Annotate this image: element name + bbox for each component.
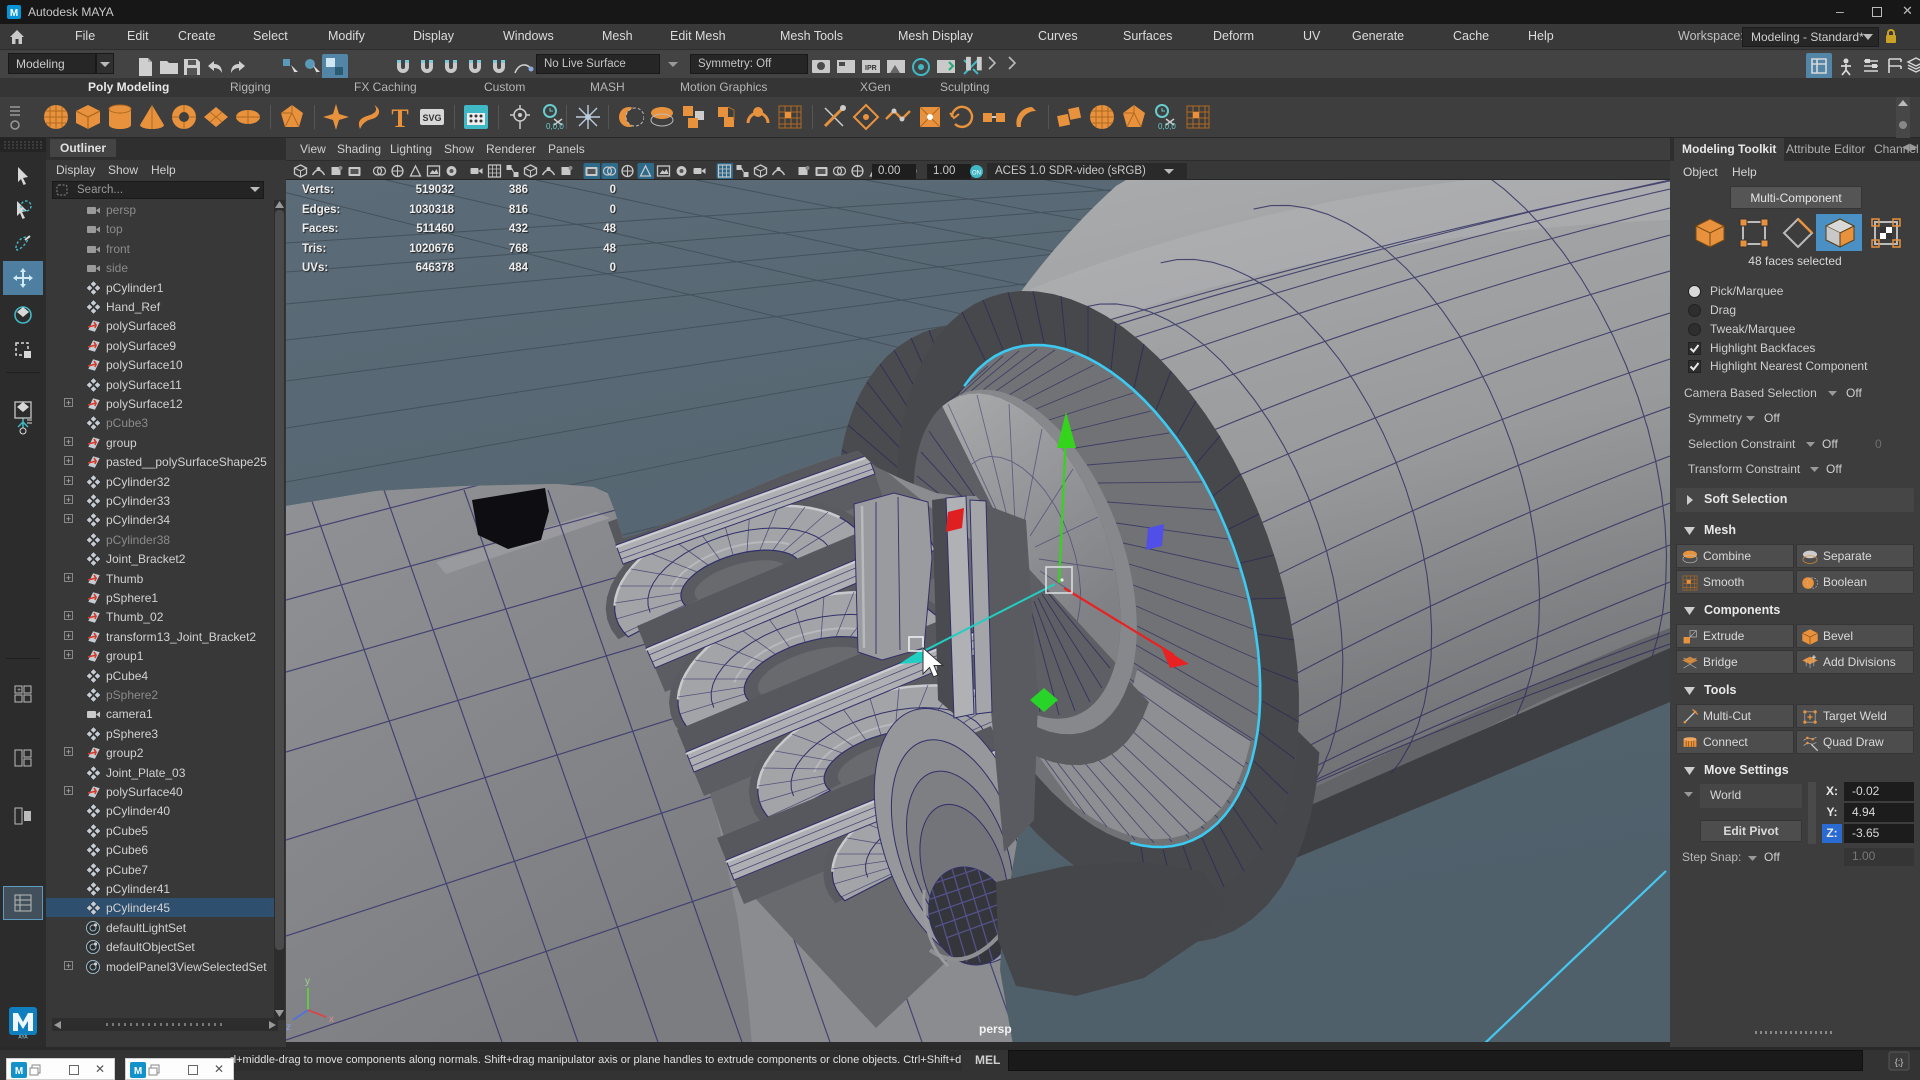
- svg-text:0,0,0: 0,0,0: [546, 122, 564, 131]
- svg-text:SVG: SVG: [422, 113, 441, 123]
- svg-text:M: M: [15, 1066, 23, 1077]
- svg-text:persp: persp: [979, 1022, 1012, 1036]
- svg-text:+: +: [17, 687, 21, 694]
- svg-text:M: M: [10, 8, 18, 19]
- svg-text:z: z: [286, 1022, 291, 1033]
- svg-text:T: T: [391, 104, 408, 131]
- svg-text:ON: ON: [972, 171, 981, 177]
- svg-text:x: x: [329, 1014, 334, 1025]
- svg-text:{;}: {;}: [1895, 1057, 1904, 1067]
- svg-text:AYA: AYA: [18, 1035, 28, 1040]
- svg-text:y: y: [305, 976, 310, 987]
- svg-text:0,0,0: 0,0,0: [1158, 122, 1176, 131]
- svg-text:M: M: [134, 1066, 142, 1077]
- svg-text:IPR: IPR: [865, 65, 877, 72]
